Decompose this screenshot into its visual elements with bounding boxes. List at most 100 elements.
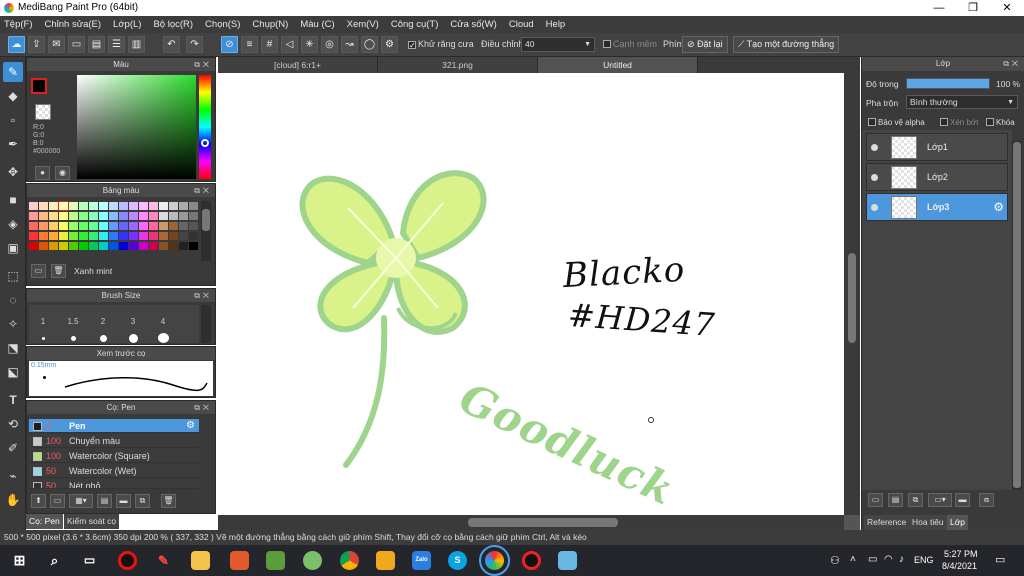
palette-swatch[interactable] — [69, 242, 78, 250]
layer-menu-icon[interactable]: ▭▾ — [928, 493, 952, 507]
hand-tool-icon[interactable]: ✋ — [3, 490, 23, 510]
palette-swatch[interactable] — [159, 212, 168, 220]
brush-menu-icon[interactable]: ▦▾ — [69, 494, 93, 508]
coccoc-browser-icon[interactable] — [303, 551, 322, 570]
color-circle-icon[interactable]: ● — [35, 166, 50, 180]
windows-start-icon[interactable]: ⊞ — [10, 551, 29, 570]
palette-swatch[interactable] — [79, 202, 88, 210]
menu-window[interactable]: Cửa số(W) — [450, 19, 496, 30]
background-color-swatch[interactable] — [35, 104, 51, 120]
palette-swatch[interactable] — [49, 232, 58, 240]
palette-swatch[interactable] — [189, 202, 198, 210]
antialias-option[interactable]: Khử răng cưa — [408, 39, 474, 49]
palette-swatch[interactable] — [109, 202, 118, 210]
brush-item-pen[interactable]: 2 Pen ⚙ — [29, 419, 199, 433]
palette-swatch[interactable] — [139, 202, 148, 210]
lasso-tool-icon[interactable]: ◌ — [3, 290, 23, 310]
edge-option[interactable]: Cạnh mềm — [603, 39, 657, 49]
palette-swatch[interactable] — [99, 222, 108, 230]
menu-color[interactable]: Màu (C) — [300, 19, 334, 30]
palette-swatch[interactable] — [29, 212, 38, 220]
fill-tool-icon[interactable]: ◈ — [3, 214, 23, 234]
panel-float-close-icon[interactable]: ⧉✕ — [194, 401, 212, 414]
maximize-button[interactable]: ❐ — [956, 0, 990, 16]
palette-swatch[interactable] — [139, 232, 148, 240]
delete-swatch-icon[interactable]: 🗑 — [51, 264, 66, 278]
palette-swatch[interactable] — [189, 222, 198, 230]
brush-delete-icon[interactable]: 🗑 — [161, 494, 176, 508]
menu-cloud[interactable]: Cloud — [509, 19, 534, 30]
merge-layer-icon[interactable]: ⧈ — [979, 493, 994, 507]
antialias-checkbox[interactable] — [408, 41, 416, 49]
menu-filter[interactable]: Bộ lọc(R) — [153, 19, 193, 30]
new-brush-icon[interactable]: ▭ — [50, 494, 65, 508]
palette-swatch[interactable] — [149, 222, 158, 230]
move-tool-icon[interactable]: ✥ — [3, 162, 23, 182]
palette-swatch[interactable] — [169, 232, 178, 240]
palette-swatch[interactable] — [139, 242, 148, 250]
palette-swatch[interactable] — [39, 242, 48, 250]
select-rect-icon[interactable]: ⬚ — [3, 266, 23, 286]
palette-swatch[interactable] — [189, 232, 198, 240]
palette-swatch[interactable] — [39, 232, 48, 240]
blur-tool-icon[interactable]: ✐ — [3, 438, 23, 458]
palette-swatch[interactable] — [39, 212, 48, 220]
snap-parallel-icon[interactable]: ≡ — [241, 36, 258, 53]
palette-swatch[interactable] — [89, 232, 98, 240]
palette-swatch[interactable] — [109, 212, 118, 220]
hue-handle[interactable] — [201, 139, 209, 147]
brush-size-scrollbar[interactable] — [201, 305, 211, 343]
palette-swatch[interactable] — [149, 212, 158, 220]
palette-swatch[interactable] — [189, 212, 198, 220]
palette-swatch[interactable] — [99, 212, 108, 220]
brush-size-1[interactable]: 1 — [29, 317, 57, 326]
menu-layer[interactable]: Lớp(L) — [113, 19, 141, 30]
palette-swatch[interactable] — [29, 202, 38, 210]
redo-icon[interactable]: ↷ — [186, 36, 203, 53]
save-icon[interactable]: ▤ — [88, 36, 105, 53]
layer-row-2[interactable]: Lớp2 — [866, 163, 1008, 191]
protect-alpha-checkbox[interactable] — [868, 118, 876, 126]
minecraft-icon[interactable] — [266, 551, 285, 570]
upload-icon[interactable]: ⇪ — [28, 36, 45, 53]
comment-icon[interactable]: ✉ — [48, 36, 65, 53]
eye-icon[interactable] — [871, 204, 878, 211]
lock-checkbox[interactable] — [986, 118, 994, 126]
lock-option[interactable]: Khóa — [986, 118, 1015, 127]
tray-chevron-icon[interactable]: ˄ — [850, 554, 856, 565]
menu-tools[interactable]: Công cụ(T) — [391, 19, 439, 30]
palette-swatch[interactable] — [159, 242, 168, 250]
palette-swatch[interactable] — [39, 222, 48, 230]
palette-swatch[interactable] — [169, 242, 178, 250]
palette-swatch[interactable] — [89, 212, 98, 220]
people-icon[interactable]: ⚇ — [830, 554, 840, 567]
palette-swatch[interactable] — [149, 232, 158, 240]
task-view-icon[interactable]: ▭ — [80, 551, 99, 570]
brush-copy-icon[interactable]: ▤ — [97, 494, 112, 508]
palette-swatch[interactable] — [69, 202, 78, 210]
palette-swatch[interactable] — [139, 222, 148, 230]
palette-swatch[interactable] — [58, 201, 69, 211]
volume-icon[interactable]: ♪ — [899, 554, 904, 565]
menu-view[interactable]: Xem(V) — [347, 19, 379, 30]
opacity-slider[interactable] — [906, 78, 990, 89]
tab-layer[interactable]: Lớp — [947, 515, 969, 530]
palette-swatch[interactable] — [99, 202, 108, 210]
copy-layer-icon[interactable]: ⧉ — [908, 493, 923, 507]
palette-swatch[interactable] — [99, 232, 108, 240]
eyedropper-icon[interactable]: ⌁ — [3, 466, 23, 486]
palette-swatch[interactable] — [119, 222, 128, 230]
layer-row-1[interactable]: Lớp1 — [866, 133, 1008, 161]
color-picker-icon[interactable]: ◉ — [55, 166, 70, 180]
brush-item-fine[interactable]: 50 Nét nhỏ — [29, 479, 199, 489]
palette-swatch[interactable] — [169, 202, 178, 210]
palette-swatch[interactable] — [179, 242, 188, 250]
chrome-icon[interactable] — [340, 551, 359, 570]
palette-swatch[interactable] — [129, 222, 138, 230]
eraser-tool-icon[interactable]: ◆ — [3, 86, 23, 106]
select-pen-icon[interactable]: ⬔ — [3, 338, 23, 358]
drawing-canvas[interactable]: Blacko #HD247 Goodluck — [218, 73, 844, 515]
palette-swatch[interactable] — [149, 202, 158, 210]
palette-swatch[interactable] — [89, 242, 98, 250]
palette-swatch[interactable] — [179, 202, 188, 210]
